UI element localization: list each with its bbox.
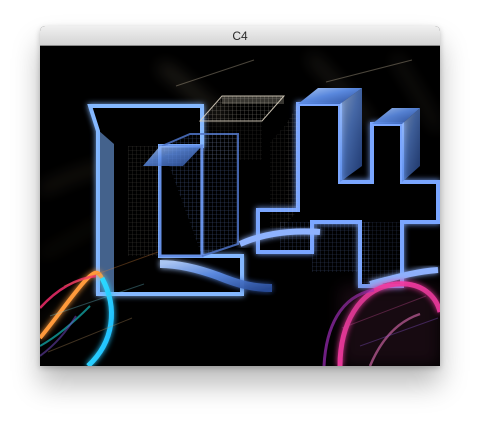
c4-glow-render <box>40 46 440 366</box>
bottom-right-glow <box>322 281 440 366</box>
render-canvas[interactable] <box>40 46 440 366</box>
window-title: C4 <box>232 28 248 43</box>
app-window: C4 <box>40 26 440 366</box>
title-bar[interactable]: C4 <box>40 26 440 46</box>
